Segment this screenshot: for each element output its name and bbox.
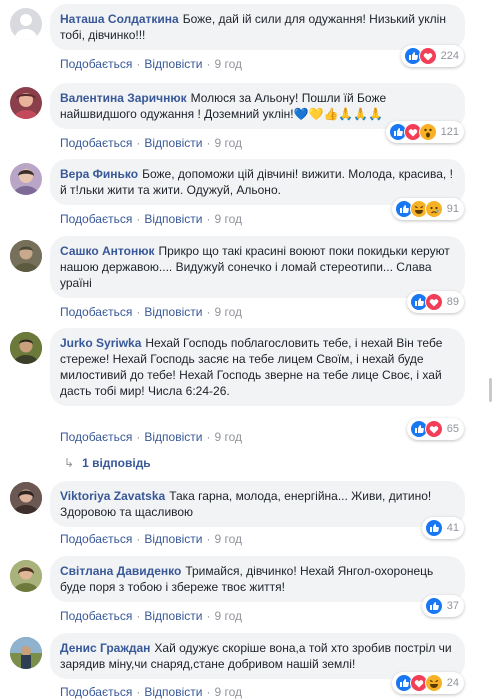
- comment-bubble: Наташа Солдаткина Боже, дай ій сили для о…: [50, 4, 465, 50]
- haha-reaction-icon: [424, 674, 443, 692]
- like-link[interactable]: Подобається: [60, 57, 132, 71]
- timestamp[interactable]: 9 год: [214, 305, 242, 319]
- timestamp[interactable]: 9 год: [214, 685, 242, 699]
- separator: ·: [206, 532, 211, 546]
- avatar[interactable]: [10, 482, 42, 514]
- reply-link[interactable]: Відповісти: [144, 57, 202, 71]
- reply-link[interactable]: Відповісти: [144, 305, 202, 319]
- reply-link[interactable]: Відповісти: [144, 136, 202, 150]
- comment-author[interactable]: Jurko Syriwka: [60, 336, 141, 350]
- comment-author[interactable]: Сашко Антонюк: [60, 244, 154, 258]
- separator: ·: [136, 430, 141, 444]
- reply-arrow-icon: ↳: [64, 456, 75, 470]
- comment-actions: Подобається · Відповісти · 9 год: [60, 609, 242, 623]
- sad-reaction-icon: [424, 200, 443, 218]
- like-reaction-icon: [424, 519, 443, 537]
- like-reaction-icon: [424, 597, 443, 615]
- separator: ·: [206, 136, 211, 150]
- separator: ·: [206, 57, 211, 71]
- replies-count: 1 відповідь: [82, 456, 151, 470]
- reactions-summary[interactable]: 224: [400, 45, 464, 67]
- reactions-summary[interactable]: 121: [385, 121, 464, 143]
- reactions-summary[interactable]: 24: [391, 672, 464, 694]
- separator: ·: [136, 136, 141, 150]
- separator: ·: [206, 212, 211, 226]
- comment-actions: Подобається · Відповісти · 9 год: [60, 57, 242, 71]
- comment-author[interactable]: Валентина Заричнюк: [60, 91, 187, 105]
- wow-reaction-icon: [418, 123, 437, 141]
- reply-link[interactable]: Відповісти: [144, 212, 202, 226]
- comment-bubble: Сашко Антонюк Прикро що такі красині воюю…: [50, 236, 465, 298]
- comment-author[interactable]: Світлана Давиденко: [60, 564, 181, 578]
- reaction-count: 89: [446, 296, 459, 308]
- comment-actions: Подобається · Відповісти · 9 год: [60, 532, 242, 546]
- like-link[interactable]: Подобається: [60, 136, 132, 150]
- comment-author[interactable]: Viktoriya Zavatska: [60, 489, 165, 503]
- comment-actions: Подобається · Відповісти · 9 год: [60, 212, 242, 226]
- reaction-count: 121: [440, 126, 459, 138]
- like-link[interactable]: Подобається: [60, 685, 132, 699]
- separator: ·: [206, 609, 211, 623]
- like-link[interactable]: Подобається: [60, 430, 132, 444]
- timestamp[interactable]: 9 год: [214, 136, 242, 150]
- avatar[interactable]: [10, 637, 42, 669]
- timestamp[interactable]: 9 год: [214, 57, 242, 71]
- reactions-summary[interactable]: 89: [406, 291, 464, 313]
- love-reaction-icon: [418, 47, 437, 65]
- reactions-summary[interactable]: 91: [391, 198, 464, 220]
- reactions-summary[interactable]: 41: [421, 517, 464, 539]
- like-link[interactable]: Подобається: [60, 609, 132, 623]
- reaction-count: 65: [446, 423, 459, 435]
- reply-link[interactable]: Відповісти: [144, 609, 202, 623]
- avatar[interactable]: [10, 8, 42, 40]
- love-reaction-icon: [424, 293, 443, 311]
- reaction-count: 91: [446, 203, 459, 215]
- separator: ·: [136, 532, 141, 546]
- avatar[interactable]: [10, 560, 42, 592]
- avatar[interactable]: [10, 87, 42, 119]
- comment-actions: Подобається · Відповісти · 9 год: [60, 685, 242, 699]
- avatar[interactable]: [10, 332, 42, 364]
- timestamp[interactable]: 9 год: [214, 609, 242, 623]
- reply-link[interactable]: Відповісти: [144, 685, 202, 699]
- view-replies-link[interactable]: ↳ 1 відповідь: [64, 456, 151, 470]
- reaction-count: 224: [440, 50, 459, 62]
- like-link[interactable]: Подобається: [60, 212, 132, 226]
- reactions-summary[interactable]: 37: [421, 595, 464, 617]
- separator: ·: [136, 57, 141, 71]
- reactions-summary[interactable]: 65: [406, 418, 464, 440]
- love-reaction-icon: [424, 420, 443, 438]
- avatar[interactable]: [10, 163, 42, 195]
- comment-bubble: Jurko Syriwka Нехай Господь поблагословит…: [50, 328, 465, 406]
- separator: ·: [136, 609, 141, 623]
- separator: ·: [136, 212, 141, 226]
- separator: ·: [206, 430, 211, 444]
- comment-actions: Подобається · Відповісти · 9 год: [60, 430, 242, 444]
- comment-author[interactable]: Денис Граждан: [60, 641, 150, 655]
- comment-author[interactable]: Наташа Солдаткина: [60, 12, 179, 26]
- separator: ·: [136, 305, 141, 319]
- reaction-count: 41: [446, 522, 459, 534]
- reaction-count: 37: [446, 600, 459, 612]
- separator: ·: [136, 685, 141, 699]
- separator: ·: [206, 305, 211, 319]
- avatar[interactable]: [10, 240, 42, 272]
- comment-bubble: Світлана Давиденко Тримайся, дівчинко! Не…: [50, 556, 465, 602]
- comment-actions: Подобається · Відповісти · 9 год: [60, 305, 242, 319]
- separator: ·: [206, 685, 211, 699]
- comment-actions: Подобається · Відповісти · 9 год: [60, 136, 242, 150]
- timestamp[interactable]: 9 год: [214, 430, 242, 444]
- like-link[interactable]: Подобається: [60, 305, 132, 319]
- reply-link[interactable]: Відповісти: [144, 532, 202, 546]
- timestamp[interactable]: 9 год: [214, 532, 242, 546]
- reaction-count: 24: [446, 677, 459, 689]
- timestamp[interactable]: 9 год: [214, 212, 242, 226]
- comment-bubble: Viktoriya Zavatska Така гарна, молода, ен…: [50, 481, 465, 527]
- like-link[interactable]: Подобається: [60, 532, 132, 546]
- scrollbar[interactable]: [489, 378, 492, 402]
- comment-author[interactable]: Вера Финько: [60, 167, 138, 181]
- reply-link[interactable]: Відповісти: [144, 430, 202, 444]
